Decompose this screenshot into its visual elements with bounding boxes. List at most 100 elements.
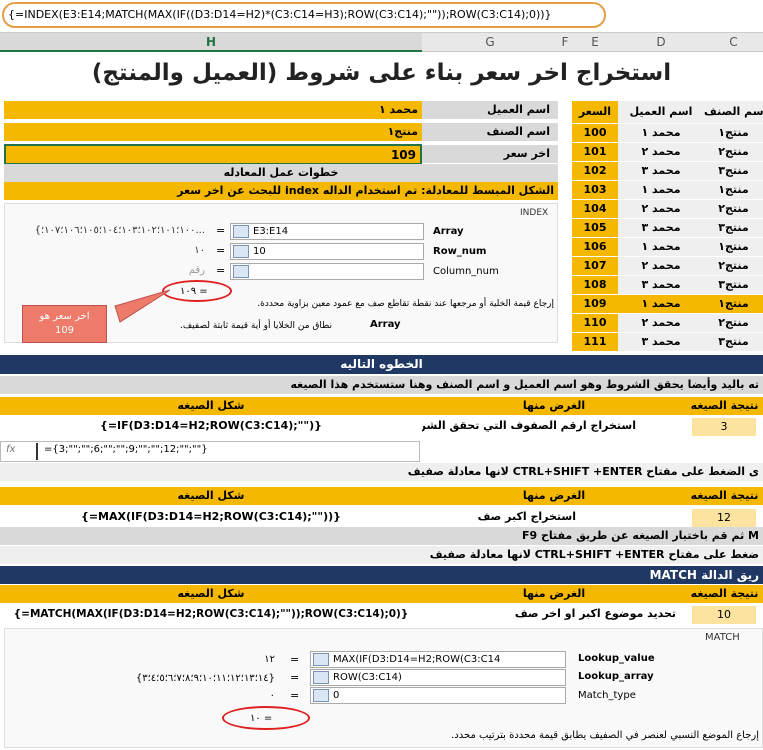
index-row-label: Row_num xyxy=(433,246,487,257)
header-form-2: شكل الصيغه xyxy=(0,487,422,505)
table-cell-product[interactable]: منتج٢ xyxy=(704,257,763,275)
step3-result[interactable]: 10 xyxy=(692,606,756,624)
column-header-f[interactable]: F xyxy=(558,33,572,52)
step2-purpose: استخراج اكبر صف xyxy=(477,510,576,523)
match-lv-label: Lookup_value xyxy=(578,653,655,664)
step1-result[interactable]: 3 xyxy=(692,418,756,436)
range-select-icon[interactable] xyxy=(313,653,329,666)
index-array-result: {١٠٠؛١٠١؛١٠٢؛١٠٣؛١٠٤؛١٠٥؛١٠٦؛١٠٧؛... xyxy=(34,225,205,236)
page-title: استخراج اخر سعر بناء على شروط (العميل وا… xyxy=(91,60,672,86)
match-description: إرجاع الموضع النسبي لعنصر في الصفيف يطاب… xyxy=(451,730,759,741)
table-cell-customer[interactable]: محمد ٢ xyxy=(618,257,704,275)
table-cell-price[interactable]: 101 xyxy=(572,143,618,161)
array-display-value: ={3;"";"";6;"";"";9;"";"";12;"";""} xyxy=(44,444,208,455)
column-header-h[interactable]: H xyxy=(0,33,422,52)
table-cell-price[interactable]: 109 xyxy=(572,295,618,313)
header-form-1: شكل الصيغه xyxy=(0,397,422,415)
table-cell-customer[interactable]: محمد ٣ xyxy=(618,333,704,351)
header-price: السعر xyxy=(572,101,618,123)
match-lv-value: MAX(IF(D3:D14=H2;ROW(C3:C14 xyxy=(333,654,501,665)
header-product: اسم الصنف xyxy=(704,101,763,123)
table-cell-product[interactable]: منتج١ xyxy=(704,124,763,142)
ctrl-note-2: ضغط على مفتاح CTRL+SHIFT +ENTER لانها مع… xyxy=(0,546,763,564)
match-mt-input[interactable]: 0 xyxy=(310,687,566,704)
match-title: ريق الدالة MATCH xyxy=(0,566,763,584)
match-la-input[interactable]: ROW(C3:C14) xyxy=(310,669,566,686)
table-cell-price[interactable]: 107 xyxy=(572,257,618,275)
table-cell-customer[interactable]: محمد ٣ xyxy=(618,162,704,180)
match-dialog-title: MATCH xyxy=(705,632,740,643)
match-lv-result: ١٢ xyxy=(264,654,275,665)
header-purpose-1: الغرض منها xyxy=(422,397,686,415)
range-select-icon[interactable] xyxy=(313,689,329,702)
range-select-icon[interactable] xyxy=(233,265,249,278)
equals-sign: = xyxy=(290,689,300,702)
table-cell-price[interactable]: 108 xyxy=(572,276,618,294)
table-cell-customer[interactable]: محمد ١ xyxy=(618,238,704,256)
steps-title: خطوات عمل المعادله xyxy=(4,164,558,182)
table-cell-product[interactable]: منتج٣ xyxy=(704,162,763,180)
table-cell-product[interactable]: منتج٣ xyxy=(704,333,763,351)
index-array-input[interactable]: E3:E14 xyxy=(230,223,424,240)
criteria-price-value[interactable]: 109 xyxy=(4,144,422,165)
table-cell-customer[interactable]: محمد ٢ xyxy=(618,143,704,161)
table-cell-product[interactable]: منتج٣ xyxy=(704,219,763,237)
range-select-icon[interactable] xyxy=(233,225,249,238)
header-result-1: نتيجة الصيغه xyxy=(686,397,763,415)
criteria-product-value[interactable]: منتج١ xyxy=(4,123,422,141)
equals-sign: = xyxy=(216,244,226,257)
table-cell-product[interactable]: منتج٣ xyxy=(704,276,763,294)
step3-purpose: تحديد موضوع اكبر او اخر صف xyxy=(514,607,676,620)
table-cell-price[interactable]: 100 xyxy=(572,124,618,142)
index-row-input[interactable]: 10 xyxy=(230,243,424,260)
index-description: إرجاع قيمة الخلية أو مرجعها عند نقطة تقا… xyxy=(257,299,554,309)
index-dialog-title: INDEX xyxy=(520,208,549,218)
table-cell-price[interactable]: 110 xyxy=(572,314,618,332)
callout-last-price: اخر سعر هو 109 xyxy=(22,305,107,343)
fx-icon: fx xyxy=(6,444,16,455)
step1-purpose: استخراج ارقم الصفوف التي تحقق الشروط xyxy=(422,419,636,432)
match-lv-input[interactable]: MAX(IF(D3:D14=H2;ROW(C3:C14 xyxy=(310,651,566,668)
table-cell-customer[interactable]: محمد ١ xyxy=(618,181,704,199)
table-cell-customer[interactable]: محمد ٣ xyxy=(618,219,704,237)
header-customer: اسم العميل xyxy=(618,101,704,123)
table-cell-product[interactable]: منتج٢ xyxy=(704,143,763,161)
table-cell-product[interactable]: منتج١ xyxy=(704,295,763,313)
equals-sign: = xyxy=(290,671,300,684)
step2-result[interactable]: 12 xyxy=(692,509,756,527)
table-cell-customer[interactable]: محمد ٣ xyxy=(618,276,704,294)
table-cell-customer[interactable]: محمد ١ xyxy=(618,124,704,142)
table-cell-price[interactable]: 103 xyxy=(572,181,618,199)
column-header-g[interactable]: G xyxy=(422,33,558,52)
range-select-icon[interactable] xyxy=(313,671,329,684)
table-cell-price[interactable]: 102 xyxy=(572,162,618,180)
table-cell-price[interactable]: 106 xyxy=(572,238,618,256)
table-cell-price[interactable]: 104 xyxy=(572,200,618,218)
formula-text[interactable]: {=INDEX(E3:E14;MATCH(MAX(IF((D3:D14=H2)*… xyxy=(8,8,552,21)
range-select-icon[interactable] xyxy=(233,245,249,258)
table-cell-product[interactable]: منتج١ xyxy=(704,181,763,199)
table-cell-price[interactable]: 105 xyxy=(572,219,618,237)
table-cell-customer[interactable]: محمد ٢ xyxy=(618,314,704,332)
column-header-c[interactable]: C xyxy=(704,33,763,52)
index-row-result: ١٠ xyxy=(194,245,205,256)
column-header-e[interactable]: E xyxy=(572,33,618,52)
array-display-divider xyxy=(36,443,38,460)
equals-sign: = xyxy=(216,224,226,237)
f9-note: M ثم قم باختبار الصيغه عن طريق مفتاح F9 xyxy=(0,527,763,545)
column-header-d[interactable]: D xyxy=(618,33,704,52)
ctrl-note-1: ى الضغط على مفتاح CTRL+SHIFT +ENTER لانه… xyxy=(0,463,763,481)
table-cell-product[interactable]: منتج٢ xyxy=(704,314,763,332)
equals-sign: = xyxy=(290,653,300,666)
table-cell-customer[interactable]: محمد ٢ xyxy=(618,200,704,218)
table-cell-product[interactable]: منتج١ xyxy=(704,238,763,256)
index-col-input[interactable] xyxy=(230,263,424,280)
index-col-label: Column_num xyxy=(433,266,499,277)
header-result-3: نتيجة الصيغه xyxy=(686,585,763,603)
match-mt-result: ٠ xyxy=(269,690,275,701)
table-cell-price[interactable]: 111 xyxy=(572,333,618,351)
criteria-customer-value[interactable]: محمد ١ xyxy=(4,101,422,119)
index-array-hint-label: Array xyxy=(370,319,401,330)
table-cell-customer[interactable]: محمد ١ xyxy=(618,295,704,313)
table-cell-product[interactable]: منتج٢ xyxy=(704,200,763,218)
